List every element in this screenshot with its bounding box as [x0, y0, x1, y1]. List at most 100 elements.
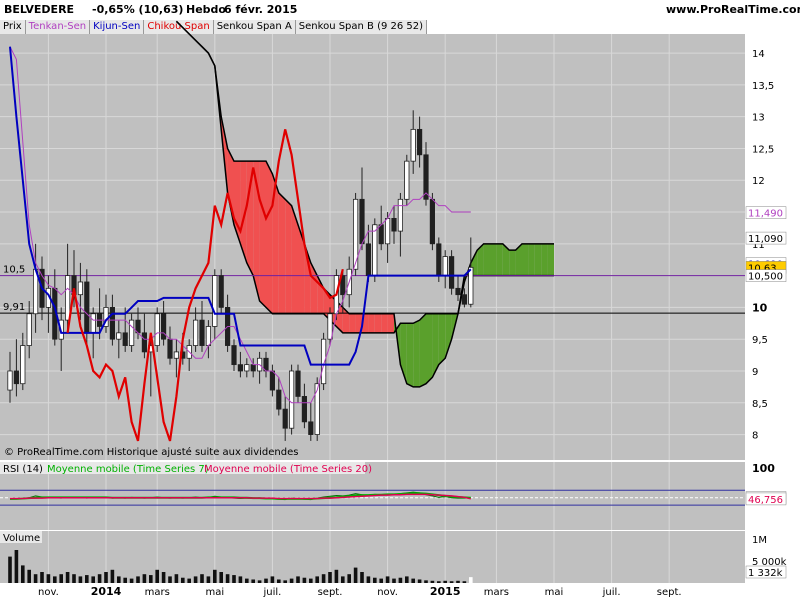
volume-bar: [360, 572, 364, 583]
volume-bar: [251, 579, 255, 583]
cloud-segment-bull: [547, 243, 554, 276]
candle-body: [301, 396, 308, 423]
cloud-segment-bear: [278, 192, 286, 314]
volume-bar: [245, 578, 249, 583]
x-tick-label: sept.: [318, 587, 343, 598]
cloud-segment-bull: [522, 243, 529, 276]
volume-bar: [78, 576, 83, 583]
volume-bar: [65, 572, 70, 583]
volume-bar: [53, 576, 57, 583]
volume-bar: [437, 581, 441, 583]
volume-bar: [129, 578, 134, 583]
volume-bar: [341, 576, 345, 583]
rsi-tag-label: 46,756: [748, 495, 783, 506]
y-tick-label: 12: [752, 176, 765, 187]
candle-body: [90, 313, 96, 334]
candle-body: [378, 224, 384, 245]
candle-body: [288, 370, 295, 429]
candle-body: [461, 294, 468, 305]
y-tick-label: 13,5: [752, 81, 774, 92]
candle-body: [314, 383, 320, 435]
candle-body: [436, 243, 442, 277]
cloud-segment-bull: [496, 243, 503, 276]
candle-body: [122, 332, 128, 346]
candle-body: [212, 275, 218, 327]
volume-bar: [462, 581, 467, 583]
candle-body: [391, 217, 397, 232]
volume-bar: [264, 578, 268, 583]
volume-bar: [117, 576, 121, 583]
left-price-label: 10,5: [3, 265, 25, 276]
x-tick-label: mars: [145, 587, 170, 598]
candle-body: [416, 128, 423, 156]
volume-bar: [46, 574, 51, 583]
candle-body: [384, 217, 391, 245]
volume-bar: [417, 579, 422, 583]
volume-bar: [206, 576, 211, 583]
x-tick-label: sept.: [657, 587, 682, 598]
volume-bar: [225, 574, 230, 583]
volume-bar: [405, 576, 409, 583]
cloud-segment-bull: [413, 320, 420, 387]
volume-bar: [136, 576, 140, 583]
y-tick-label: 12,5: [752, 144, 774, 155]
volume-bar: [283, 580, 287, 583]
cloud-segment-bear: [381, 313, 388, 333]
cloud-segment-bear: [387, 313, 394, 333]
x-tick-label: mai: [545, 587, 564, 598]
volume-bar: [353, 567, 358, 583]
volume-bar: [181, 577, 185, 583]
x-tick-label: juil.: [262, 587, 281, 598]
chart-window: BELVEDERE -0,65% (10,63) Hebdo 6 févr. 2…: [0, 0, 800, 600]
y-tick-label: 14: [752, 49, 765, 60]
candle-body: [116, 332, 122, 340]
volume-bar: [142, 574, 147, 583]
candle-body: [295, 370, 301, 397]
volume-tag-label: 1 332k: [748, 568, 783, 579]
volume-bar: [315, 576, 319, 583]
volume-bar: [443, 580, 447, 583]
rsi-tick-label: 100: [752, 462, 775, 475]
volume-bar: [379, 578, 383, 583]
candle-body: [167, 338, 173, 359]
candle-body: [237, 364, 243, 372]
volume-bar: [385, 576, 390, 583]
y-tick-label: 10: [752, 301, 768, 314]
rsi-ma7-label: Moyenne mobile (Time Series 7): [47, 464, 209, 475]
price-tag-label: 11,490: [748, 209, 783, 220]
candle-body: [282, 408, 288, 429]
volume-bar: [72, 574, 76, 583]
volume-bar: [334, 569, 339, 583]
volume-bar: [398, 577, 403, 583]
cloud-segment-bear: [349, 313, 356, 333]
candle-body: [13, 370, 19, 385]
ichimoku-chart: 88,599,51010,51111,51212,51313,51410,59,…: [0, 20, 800, 598]
x-tick-label: mars: [484, 587, 509, 598]
cloud-segment-bull: [419, 313, 426, 387]
y-tick-label: 9,5: [752, 335, 768, 346]
volume-bar: [373, 577, 377, 583]
volume-bar: [213, 569, 217, 583]
volume-bar: [411, 578, 415, 583]
volume-bar: [392, 578, 396, 583]
volume-bar: [149, 575, 153, 583]
candle-body: [160, 313, 167, 340]
y-tick-label: 9: [752, 367, 758, 378]
candle-body: [141, 332, 147, 353]
candle-body: [65, 275, 71, 321]
x-tick-label: juil.: [602, 587, 621, 598]
candle-body: [205, 326, 211, 346]
cloud-segment-bull: [541, 243, 548, 276]
price-tag-label: 11,090: [748, 234, 783, 245]
volume-bar: [456, 580, 460, 583]
volume-bar: [193, 576, 198, 583]
volume-bar: [8, 556, 12, 583]
candle-body: [404, 160, 410, 200]
volume-bar: [296, 576, 300, 583]
x-tick-label: 2015: [430, 585, 461, 598]
candle-body: [468, 266, 474, 305]
cloud-segment-bull: [509, 250, 516, 276]
volume-bar: [104, 572, 108, 583]
cloud-segment-bull: [534, 243, 542, 276]
cloud-segment-bull: [406, 323, 414, 387]
